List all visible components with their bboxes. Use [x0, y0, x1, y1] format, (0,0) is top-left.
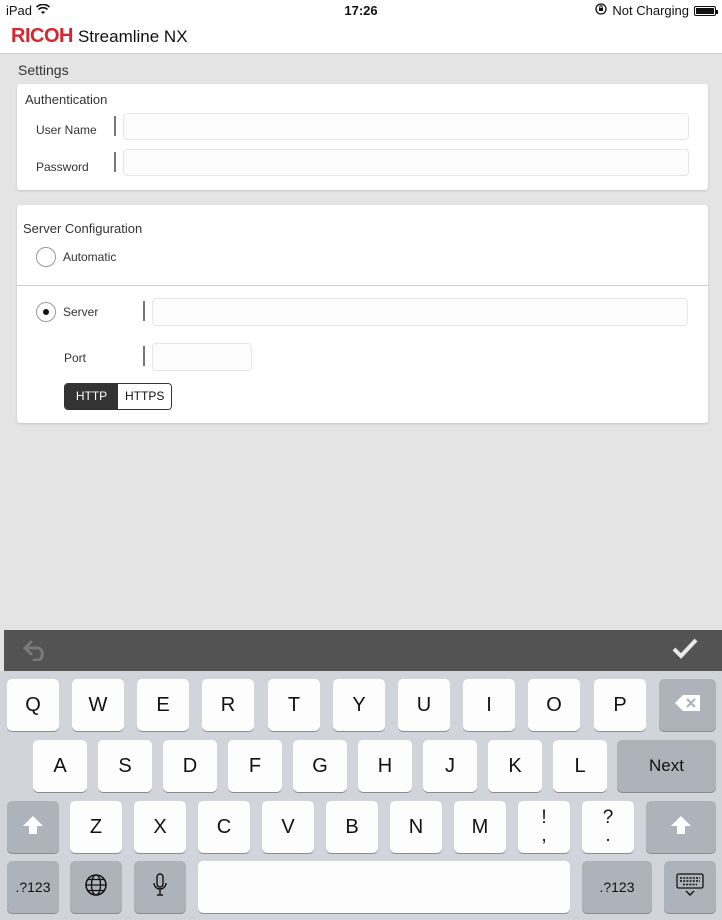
- space-key[interactable]: [198, 861, 570, 913]
- key-d[interactable]: D: [163, 740, 217, 792]
- segment-https[interactable]: HTTPS: [118, 384, 172, 409]
- key-bottom-char: ,: [541, 825, 547, 846]
- key-p[interactable]: P: [594, 679, 646, 731]
- automatic-radio[interactable]: [36, 247, 56, 267]
- microphone-icon: [152, 873, 168, 901]
- globe-icon: [84, 873, 108, 901]
- key-l[interactable]: L: [553, 740, 607, 792]
- shift-icon: [22, 815, 44, 839]
- key-c[interactable]: C: [198, 801, 250, 853]
- on-screen-keyboard: Q W E R T Y U I O P A S D F G H J K L Ne…: [0, 671, 722, 920]
- app-name: Streamline NX: [77, 26, 188, 46]
- status-right: Not Charging: [595, 3, 718, 18]
- keyboard-hide-icon: [676, 873, 704, 901]
- undo-icon[interactable]: [22, 639, 50, 667]
- next-key[interactable]: Next: [617, 740, 716, 792]
- app-header: RICOH Streamline NX: [0, 20, 722, 54]
- hide-keyboard-key[interactable]: [664, 861, 716, 913]
- key-k[interactable]: K: [488, 740, 542, 792]
- protocol-segmented-control: HTTP HTTPS: [64, 383, 173, 410]
- key-f[interactable]: F: [228, 740, 282, 792]
- orientation-lock-icon: [595, 3, 608, 18]
- backspace-icon: [674, 694, 702, 716]
- key-i[interactable]: I: [463, 679, 515, 731]
- key-j[interactable]: J: [423, 740, 477, 792]
- username-label: User Name: [36, 123, 97, 137]
- battery-icon: [694, 5, 718, 16]
- brand-logo: RICOH: [11, 25, 73, 47]
- globe-key[interactable]: [70, 861, 122, 913]
- username-input[interactable]: [123, 113, 689, 140]
- password-input[interactable]: [123, 149, 689, 176]
- server-configuration-card: Server Configuration Automatic Server Po…: [17, 205, 708, 423]
- authentication-card: Authentication User Name Password: [17, 84, 708, 190]
- key-z[interactable]: Z: [70, 801, 122, 853]
- segment-http[interactable]: HTTP: [65, 384, 118, 409]
- automatic-label: Automatic: [63, 250, 117, 264]
- shift-key-right[interactable]: [646, 801, 716, 853]
- key-h[interactable]: H: [358, 740, 412, 792]
- server-radio[interactable]: [36, 302, 56, 322]
- key-v[interactable]: V: [262, 801, 314, 853]
- port-divider: [143, 346, 145, 366]
- server-divider: [143, 301, 145, 321]
- shift-key-left[interactable]: [7, 801, 59, 853]
- shift-icon: [670, 815, 692, 839]
- keyboard-toolbar: [4, 630, 722, 671]
- key-t[interactable]: T: [268, 679, 320, 731]
- key-g[interactable]: G: [293, 740, 347, 792]
- key-exclamation-comma[interactable]: ! ,: [518, 801, 570, 853]
- key-o[interactable]: O: [528, 679, 580, 731]
- server-input[interactable]: [152, 298, 688, 326]
- server-label: Server: [63, 305, 99, 319]
- key-a[interactable]: A: [33, 740, 87, 792]
- password-divider: [114, 152, 116, 172]
- page-title: Settings: [18, 62, 69, 78]
- key-n[interactable]: N: [390, 801, 442, 853]
- key-question-period[interactable]: ? .: [582, 801, 634, 853]
- authentication-title: Authentication: [25, 92, 108, 107]
- key-m[interactable]: M: [454, 801, 506, 853]
- key-y[interactable]: Y: [333, 679, 385, 731]
- key-x[interactable]: X: [134, 801, 186, 853]
- dictation-key[interactable]: [134, 861, 186, 913]
- key-w[interactable]: W: [72, 679, 124, 731]
- key-u[interactable]: U: [398, 679, 450, 731]
- port-input[interactable]: [152, 343, 252, 371]
- backspace-key[interactable]: [659, 679, 716, 731]
- key-bottom-char: .: [605, 825, 611, 846]
- key-q[interactable]: Q: [7, 679, 59, 731]
- port-label: Port: [64, 351, 87, 365]
- section-divider: [17, 285, 708, 286]
- key-r[interactable]: R: [202, 679, 254, 731]
- key-b[interactable]: B: [326, 801, 378, 853]
- numbers-key-right[interactable]: .?123: [582, 861, 652, 913]
- numbers-key-left[interactable]: .?123: [7, 861, 59, 913]
- charging-status: Not Charging: [612, 3, 689, 18]
- key-e[interactable]: E: [137, 679, 189, 731]
- status-bar: iPad 17:26 Not Charging: [0, 0, 722, 20]
- key-s[interactable]: S: [98, 740, 152, 792]
- server-configuration-title: Server Configuration: [23, 221, 143, 236]
- checkmark-icon[interactable]: [672, 637, 698, 666]
- password-label: Password: [36, 160, 89, 174]
- username-divider: [114, 116, 116, 136]
